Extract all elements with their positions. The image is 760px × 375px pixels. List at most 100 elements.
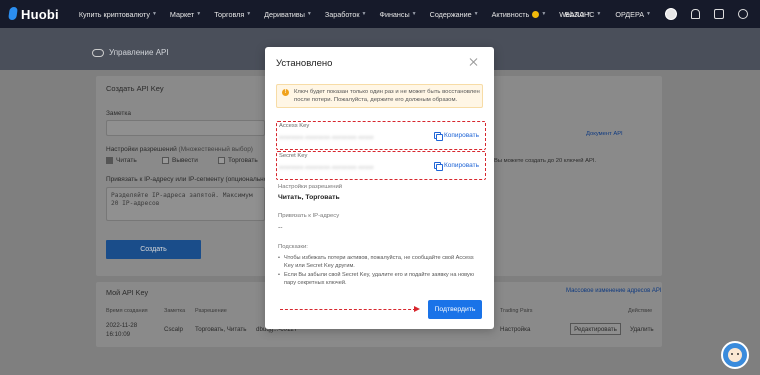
tip-item: Если Вы забыли свой Secret Key, удалите … — [278, 271, 484, 288]
copy-icon — [434, 132, 443, 141]
chevron-down-icon: ▼ — [596, 11, 602, 17]
top-navbar: Huobi Купить криптовалюту ▼ Маркет ▼ Торго… — [0, 0, 760, 28]
tip-item: Чтобы избежать потери активов, пожалуйст… — [278, 254, 484, 271]
chevron-down-icon: ▼ — [196, 11, 202, 17]
confirm-button[interactable]: Подтвердить — [428, 300, 482, 319]
col-trading-pairs: Trading Pairs — [500, 308, 533, 314]
create-button[interactable]: Создать — [106, 240, 201, 259]
page-title-text: Управление API — [109, 48, 169, 57]
nav-balance[interactable]: БАЛАНС ▼ — [565, 10, 601, 19]
row-note: Cscalp — [164, 326, 183, 333]
copy-label: Копировать — [444, 132, 479, 139]
nav-label: ОРДЕРА — [615, 9, 645, 19]
nav-trade[interactable]: Торговля ▼ — [214, 10, 251, 19]
warning-icon: ! — [282, 89, 289, 96]
nav-earn[interactable]: Заработок ▼ — [325, 10, 367, 19]
nav-finance[interactable]: Финансы ▼ — [379, 10, 416, 19]
warning-banner: ! Ключ будет показан только один раз и н… — [276, 84, 483, 108]
copy-icon — [434, 162, 443, 171]
note-label: Заметка — [106, 110, 131, 117]
trade-checkbox[interactable] — [218, 157, 225, 164]
secret-key-box: Secret Key xxxxxxxx-xxxxxxxx-xxxxxxxx-xx… — [276, 151, 486, 180]
note-input[interactable] — [106, 120, 265, 136]
col-created: Время создания — [106, 308, 148, 314]
trade-label: Торговать — [228, 157, 258, 164]
access-key-label: Access Key — [279, 123, 310, 129]
api-doc-link[interactable]: Документ API — [586, 130, 623, 140]
col-permission: Разрешение — [195, 308, 227, 314]
ip-bind-label: Привязать к IP-адресу — [278, 213, 340, 219]
globe-icon[interactable] — [738, 9, 748, 19]
permissions-value: Читать, Торговать — [278, 194, 340, 201]
close-icon[interactable] — [469, 57, 479, 67]
nav-orders[interactable]: ОРДЕРА ▼ — [615, 10, 651, 19]
chevron-down-icon: ▼ — [646, 11, 651, 17]
nav-content[interactable]: Содержание ▼ — [430, 10, 479, 19]
withdraw-checkbox[interactable] — [162, 157, 169, 164]
info-text: Вы можете создать до 20 ключей API. — [494, 158, 597, 164]
nav-label: Деривативы — [264, 9, 305, 19]
col-note: Заметка — [164, 308, 186, 314]
copy-secret-key-button[interactable]: Копировать — [434, 162, 479, 171]
nav-label: Торговля — [214, 9, 245, 19]
copy-label: Копировать — [444, 162, 479, 169]
edit-button[interactable]: Редактировать — [570, 323, 621, 335]
chevron-down-icon: ▼ — [541, 11, 547, 17]
chevron-down-icon: ▼ — [473, 11, 479, 17]
user-avatar-icon[interactable] — [665, 8, 677, 20]
row-settings-link[interactable]: Настройка — [500, 326, 530, 333]
secret-key-label: Secret Key — [279, 153, 308, 159]
page-title: Управление API — [92, 48, 169, 57]
access-key-box: Access Key xxxxxxxx-xxxxxxxx-xxxxxxxx-xx… — [276, 121, 486, 150]
nav-right-group: БАЛАНС ▼ ОРДЕРА ▼ — [565, 0, 760, 28]
nav-buy-crypto[interactable]: Купить криптовалюту ▼ — [79, 10, 157, 19]
bulk-edit-link[interactable]: Массовое изменение адресов API — [566, 288, 662, 294]
download-icon[interactable] — [714, 9, 724, 19]
ip-label: Привязать к IP-адресу или IP-сегменту (о… — [106, 176, 270, 183]
row-date: 2022-11-28 — [106, 322, 138, 329]
copy-access-key-button[interactable]: Копировать — [434, 132, 479, 141]
delete-link[interactable]: Удалить — [630, 326, 654, 333]
secret-key-value: xxxxxxxx-xxxxxxxx-xxxxxxxx-xxxxx — [279, 165, 374, 171]
ip-bind-value: -- — [278, 224, 283, 231]
permissions-label: Настройки разрешений — [278, 184, 343, 190]
api-created-modal: Установлено ! Ключ будет показан только … — [265, 47, 494, 329]
read-checkbox[interactable] — [106, 157, 113, 164]
bell-icon[interactable] — [691, 9, 700, 19]
nav-label: БАЛАНС — [565, 9, 595, 19]
nav-derivatives[interactable]: Деривативы ▼ — [264, 10, 312, 19]
modal-title: Установлено — [276, 58, 333, 69]
warning-text: Ключ будет показан только один раз и не … — [294, 89, 480, 104]
tips-list: Чтобы избежать потери активов, пожалуйст… — [278, 254, 484, 288]
permissions-label: Настройки разрешений (Множественный выбо… — [106, 146, 253, 153]
my-api-keys-heading: Мой API Key — [106, 288, 149, 297]
col-action: Действие — [628, 308, 653, 314]
row-permission: Торговать, Читать — [195, 326, 247, 333]
nav-label: Маркет — [169, 9, 195, 19]
support-chat-button[interactable] — [721, 341, 749, 369]
huobi-logo[interactable]: Huobi — [8, 7, 59, 22]
nav-market[interactable]: Маркет ▼ — [170, 10, 201, 19]
chevron-down-icon: ▼ — [361, 11, 367, 17]
mascot-icon — [728, 348, 742, 362]
chevron-down-icon: ▼ — [246, 11, 252, 17]
huobi-flame-icon — [8, 7, 18, 21]
nav-label: Финансы — [379, 9, 410, 19]
nav-label: Активность — [491, 9, 530, 19]
nav-label: Заработок — [324, 9, 360, 19]
ip-textarea[interactable]: Разделяйте IP-адреса запятой. Максимум 2… — [106, 187, 265, 221]
cloud-icon — [92, 48, 104, 57]
chevron-down-icon: ▼ — [151, 11, 157, 17]
coin-icon — [532, 10, 540, 18]
nav-activity[interactable]: Активность ▼ — [492, 10, 547, 19]
chevron-down-icon: ▼ — [306, 11, 312, 17]
logo-text: Huobi — [21, 6, 59, 22]
access-key-value: xxxxxxxx-xxxxxxxx-xxxxxxxx-xxxxx — [279, 135, 374, 141]
chevron-down-icon: ▼ — [411, 11, 417, 17]
create-api-heading: Создать API Key — [106, 84, 164, 93]
nav-label: Купить криптовалюту — [78, 9, 150, 19]
annotation-arrow-line — [280, 309, 416, 310]
read-label: Читать — [116, 157, 137, 164]
row-time: 16:10:09 — [106, 331, 131, 338]
tips-label: Подсказки: — [278, 244, 308, 250]
